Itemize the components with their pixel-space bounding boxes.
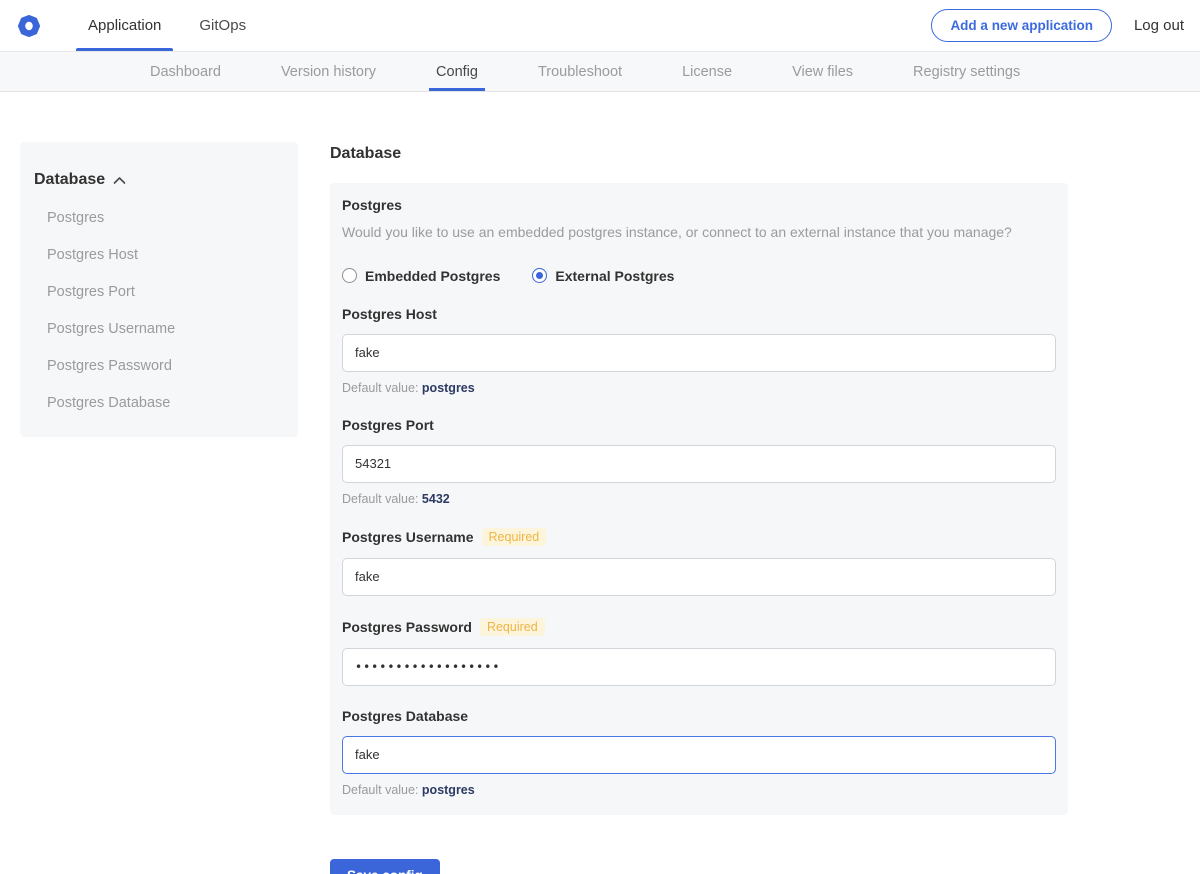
top-tabs: Application GitOps (76, 0, 272, 51)
config-sidebar: Database Postgres Postgres Host Postgres… (20, 142, 298, 437)
postgres-port-input[interactable] (342, 445, 1056, 483)
default-value-label: Default value: (342, 492, 418, 506)
replicated-logo-icon (18, 15, 40, 37)
page-title: Database (330, 145, 1068, 163)
field-postgres-password: Postgres Password Required (342, 618, 1056, 686)
field-postgres-port-label: Postgres Port (342, 417, 434, 433)
tab-gitops-label: GitOps (199, 17, 246, 34)
postgres-host-default-hint: Default value: postgres (342, 381, 1056, 395)
default-value-text: 5432 (422, 492, 450, 506)
field-postgres-username-label: Postgres Username (342, 529, 474, 545)
required-badge: Required (482, 528, 547, 546)
postgres-group-description: Would you like to use an embedded postgr… (342, 223, 1056, 243)
sidebar-item-postgres-port[interactable]: Postgres Port (47, 284, 280, 300)
field-postgres-username: Postgres Username Required (342, 528, 1056, 596)
required-badge: Required (480, 618, 545, 636)
field-postgres-database-label: Postgres Database (342, 708, 468, 724)
subnav-view-files-label: View files (792, 64, 853, 80)
subnav-config-label: Config (436, 64, 478, 80)
chevron-up-icon (113, 176, 126, 185)
field-postgres-host: Postgres Host Default value: postgres (342, 306, 1056, 395)
topnav-right: Add a new application Log out (931, 0, 1184, 51)
subnav-version-history[interactable]: Version history (281, 52, 376, 91)
top-navigation-bar: Application GitOps Add a new application… (0, 0, 1200, 52)
subnav-config[interactable]: Config (436, 52, 478, 91)
field-postgres-host-label: Postgres Host (342, 306, 437, 322)
field-postgres-database: Postgres Database Default value: postgre… (342, 708, 1056, 797)
postgres-database-default-hint: Default value: postgres (342, 783, 1056, 797)
sidebar-item-postgres[interactable]: Postgres (47, 210, 280, 226)
tab-application[interactable]: Application (76, 0, 173, 51)
radio-embedded-postgres[interactable]: Embedded Postgres (342, 268, 500, 284)
subnav-license[interactable]: License (682, 52, 732, 91)
radio-selected-icon (532, 268, 547, 283)
subnav-registry-settings-label: Registry settings (913, 64, 1020, 80)
subnav-dashboard[interactable]: Dashboard (150, 52, 221, 91)
sidebar-item-postgres-host[interactable]: Postgres Host (47, 247, 280, 263)
sidebar-items: Postgres Postgres Host Postgres Port Pos… (34, 210, 280, 411)
app-subnav: Dashboard Version history Config Trouble… (0, 52, 1200, 92)
subnav-troubleshoot[interactable]: Troubleshoot (538, 52, 622, 91)
tab-application-label: Application (88, 17, 161, 34)
config-content: Database Postgres Postgres Host Postgres… (0, 92, 1200, 874)
subnav-troubleshoot-label: Troubleshoot (538, 64, 622, 80)
postgres-host-input[interactable] (342, 334, 1056, 372)
default-value-text: postgres (422, 783, 475, 797)
radio-external-postgres[interactable]: External Postgres (532, 268, 674, 284)
field-postgres-password-label: Postgres Password (342, 619, 472, 635)
radio-external-postgres-label: External Postgres (555, 268, 674, 284)
default-value-label: Default value: (342, 783, 418, 797)
postgres-password-input[interactable] (342, 648, 1056, 686)
database-config-panel: Postgres Would you like to use an embedd… (330, 183, 1068, 815)
add-application-button[interactable]: Add a new application (931, 9, 1112, 42)
radio-embedded-postgres-label: Embedded Postgres (365, 268, 500, 284)
default-value-label: Default value: (342, 381, 418, 395)
radio-unselected-icon (342, 268, 357, 283)
save-config-button[interactable]: Save config (330, 859, 440, 874)
sidebar-group-database[interactable]: Database (34, 171, 280, 189)
sidebar-item-postgres-password[interactable]: Postgres Password (47, 358, 280, 374)
default-value-text: postgres (422, 381, 475, 395)
field-postgres-port: Postgres Port Default value: 5432 (342, 417, 1056, 506)
sidebar-item-postgres-username[interactable]: Postgres Username (47, 321, 280, 337)
subnav-license-label: License (682, 64, 732, 80)
postgres-database-input[interactable] (342, 736, 1056, 774)
sidebar-group-database-label: Database (34, 171, 105, 189)
postgres-group-title: Postgres (342, 197, 1056, 213)
config-main: Database Postgres Would you like to use … (330, 142, 1068, 874)
postgres-mode-radios: Embedded Postgres External Postgres (342, 268, 1056, 284)
subnav-dashboard-label: Dashboard (150, 64, 221, 80)
tab-gitops[interactable]: GitOps (187, 0, 258, 51)
subnav-version-history-label: Version history (281, 64, 376, 80)
subnav-view-files[interactable]: View files (792, 52, 853, 91)
subnav-registry-settings[interactable]: Registry settings (913, 52, 1020, 91)
postgres-port-default-hint: Default value: 5432 (342, 492, 1056, 506)
app-logo[interactable] (10, 0, 48, 51)
logout-link[interactable]: Log out (1134, 17, 1184, 34)
postgres-username-input[interactable] (342, 558, 1056, 596)
sidebar-item-postgres-database[interactable]: Postgres Database (47, 395, 280, 411)
